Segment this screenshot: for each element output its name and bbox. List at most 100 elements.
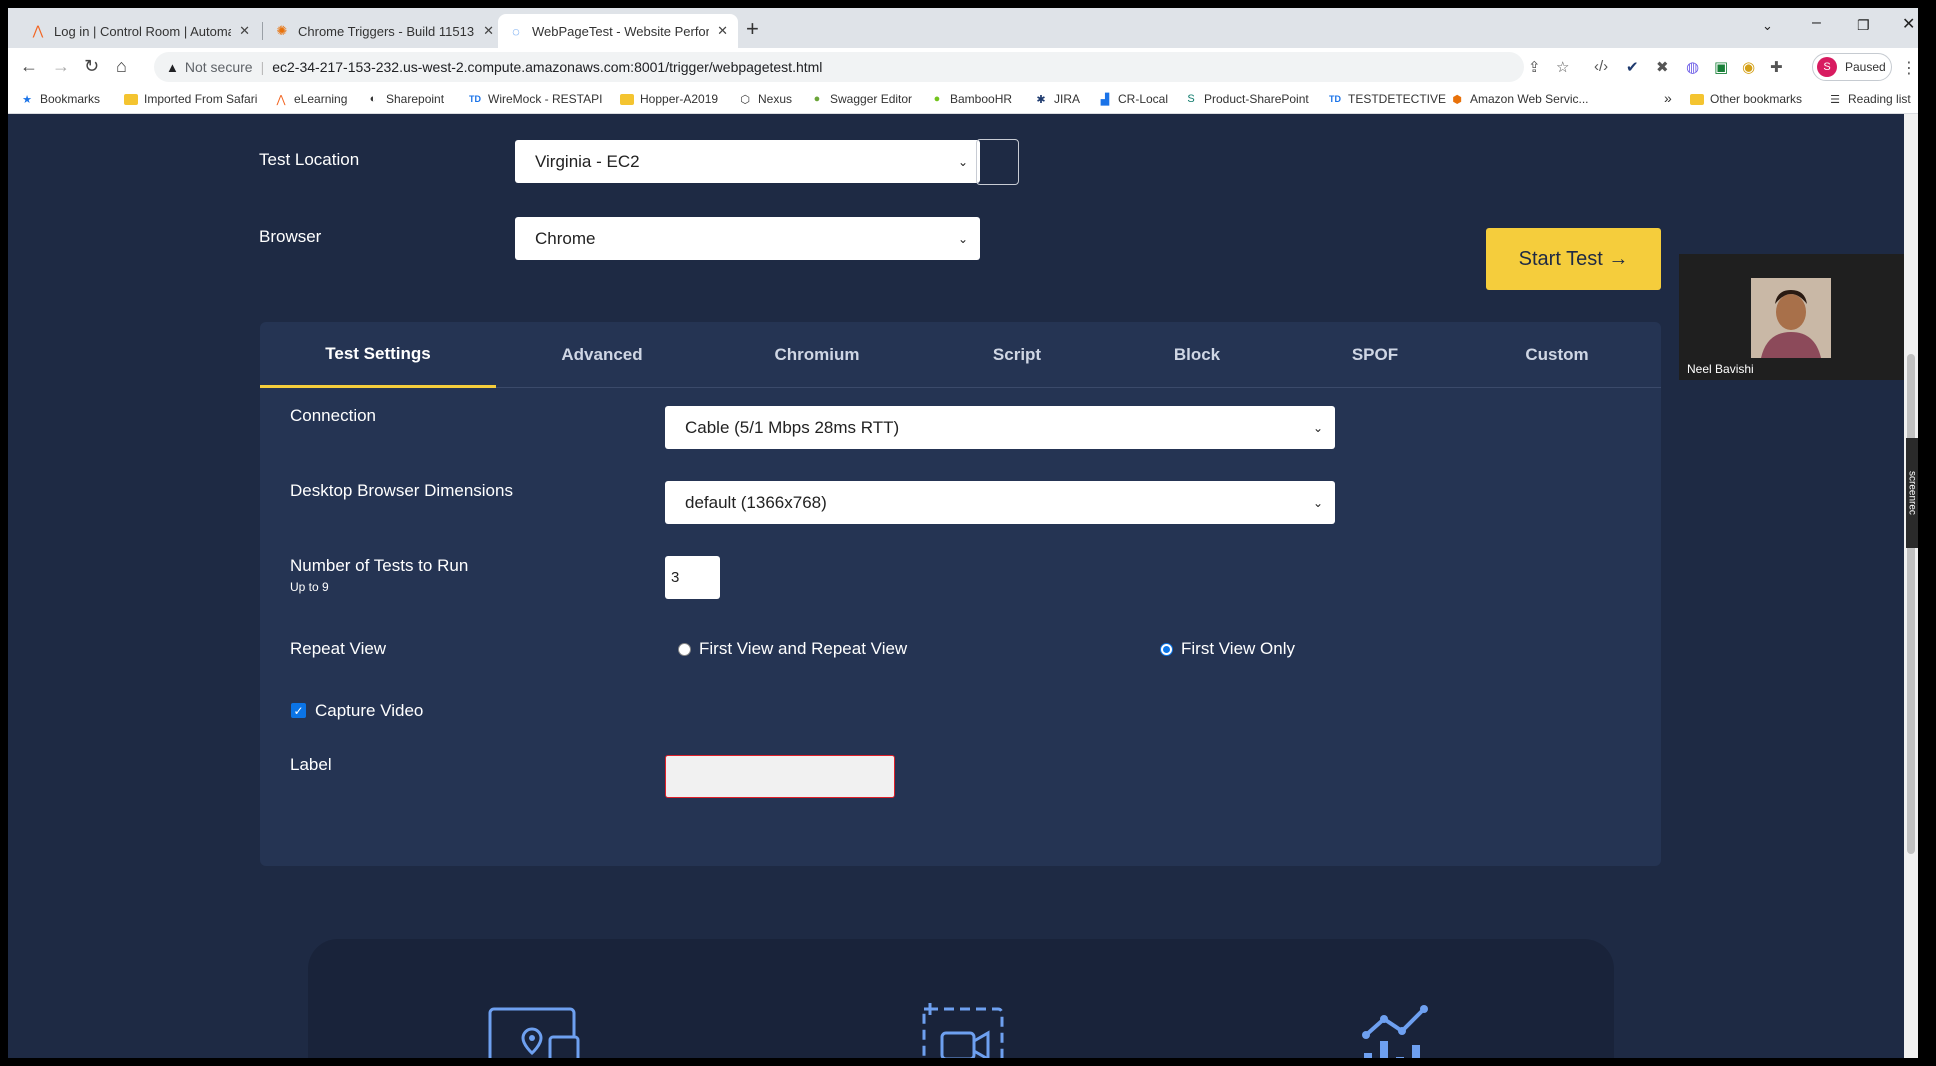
x-extension-icon[interactable]: ✖ [1656,58,1669,76]
c-extension-icon[interactable]: ◉ [1742,58,1755,76]
w-extension-icon[interactable]: ◍ [1686,58,1699,76]
nexus-icon: ⬡ [740,93,750,106]
tab-strip: ⋀ Log in | Control Room | Automati ✕ ✺ C… [8,8,1918,48]
bookmark-item[interactable]: ✱ JIRA [1034,92,1080,106]
tab-title: WebPageTest - Website Performa [532,23,710,39]
check-extension-icon[interactable]: ✔ [1626,58,1639,76]
menu-kebab-icon[interactable]: ⋮ [1901,58,1917,78]
reload-icon[interactable]: ↻ [84,56,99,77]
close-icon[interactable]: ✕ [483,23,494,39]
bookmark-label: Reading list [1848,92,1911,106]
start-test-button[interactable]: Start Test → [1486,228,1661,290]
capture-video-checkbox[interactable]: ✓ [291,703,306,718]
bookmarks-overflow-button[interactable]: » [1664,90,1672,106]
other-bookmarks[interactable]: Other bookmarks [1690,92,1802,106]
bookmark-item[interactable]: ⋀ eLearning [274,92,347,106]
tab-script[interactable]: Script [926,322,1108,388]
profile-paused-button[interactable]: S Paused [1812,53,1892,81]
folder-icon [1690,93,1704,105]
bookmark-item[interactable]: ⬢ Amazon Web Servic... [1450,92,1588,106]
repeat-view-option-first-only: First View Only [1181,639,1295,658]
reading-list[interactable]: ☰ Reading list [1828,92,1911,106]
browser-select[interactable]: Chrome ⌄ [515,217,980,260]
bookmark-label: BambooHR [950,92,1013,106]
bookmark-item[interactable]: TD TESTDETECTIVE [1328,92,1446,106]
sharepoint-icon: S [1187,93,1195,105]
back-icon[interactable]: ← [20,56,38,77]
tab-block[interactable]: Block [1108,322,1286,388]
home-icon[interactable]: ⌂ [116,56,127,77]
bookmark-item[interactable]: TD WireMock - RESTAPI [468,92,602,106]
bookmark-item[interactable]: ● BambooHR [930,92,1012,106]
close-icon[interactable]: ✕ [239,23,250,39]
repeat-view-radio-both[interactable] [678,643,691,656]
address-bar[interactable]: ▲ Not secure | ec2-34-217-153-232.us-wes… [154,52,1524,82]
dimensions-label: Desktop Browser Dimensions [290,481,513,500]
chevron-down-icon: ⌄ [1312,495,1323,510]
share-icon[interactable]: ⇪ [1528,58,1541,76]
connection-value: Cable (5/1 Mbps 28ms RTT) [685,417,900,437]
tab-advanced[interactable]: Advanced [496,322,708,388]
page-scrollbar[interactable] [1904,114,1918,1058]
label-input[interactable] [665,755,895,798]
folder-icon [124,93,138,105]
chevron-down-icon: ⌄ [1312,420,1323,435]
forward-icon[interactable]: → [52,56,70,77]
test-location-value: Virginia - EC2 [535,151,640,171]
browser-tab-control-room[interactable]: ⋀ Log in | Control Room | Automati ✕ [20,14,260,48]
bookmark-item[interactable]: ★ Bookmarks [20,92,100,106]
tab-chromium[interactable]: Chromium [708,322,926,388]
capture-video-label: Capture Video [315,701,424,720]
scrollbar-thumb[interactable] [1907,354,1915,854]
new-tab-icon[interactable]: + [746,16,759,42]
close-icon[interactable]: ✕ [717,23,728,39]
bookmark-item[interactable]: ◐ Sharepoint [366,92,444,106]
test-location-select[interactable]: Virginia - EC2 ⌄ [515,140,980,183]
num-tests-input[interactable]: 3 [665,556,720,599]
td-icon: TD [1329,94,1341,104]
warning-icon: ▲ [166,59,179,75]
bookmark-item[interactable]: Hopper-A2019 [620,92,718,106]
bookmark-label: eLearning [294,92,348,106]
participant-name: Neel Bavishi [1687,362,1754,376]
close-window-icon[interactable]: ✕ [1902,14,1915,34]
location-settings-button[interactable] [976,139,1019,185]
tab-custom[interactable]: Custom [1464,322,1650,388]
video-capture-icon [922,1003,1004,1058]
browser-tab-chrome-triggers[interactable]: ✺ Chrome Triggers - Build 11513 | E ✕ [264,14,504,48]
tab-test-settings[interactable]: Test Settings [260,322,496,388]
browser-label: Browser [259,227,322,246]
bookmark-label: Swagger Editor [830,92,913,106]
bookmark-item[interactable]: ● Swagger Editor [810,92,912,106]
webpagetest-page: Test Location Virginia - EC2 ⌄ Browser C… [8,114,1918,1058]
cr-icon: ▟ [1100,93,1110,106]
repeat-view-label: Repeat View [290,639,387,658]
devtools-extension-icon[interactable]: ‹/› [1594,58,1608,75]
num-tests-hint: Up to 9 [290,580,329,594]
connection-select[interactable]: Cable (5/1 Mbps 28ms RTT) ⌄ [665,406,1335,449]
bookmark-item[interactable]: ⬡ Nexus [738,92,792,106]
bookmark-item[interactable]: Imported From Safari [124,92,257,106]
dimensions-select[interactable]: default (1366x768) ⌄ [665,481,1335,524]
address-divider: | [260,59,265,75]
browser-value: Chrome [535,228,596,248]
bookmark-label: Bookmarks [40,92,101,106]
tab-search-icon[interactable]: ⌄ [1762,18,1773,34]
repeat-view-radio-first-only[interactable] [1160,643,1173,656]
screenrec-badge[interactable]: screenrec [1906,438,1918,548]
num-tests-label: Number of Tests to Run [290,556,469,575]
star-icon: ★ [22,93,32,106]
extensions-puzzle-icon[interactable]: ✚ [1770,58,1783,76]
browser-tab-webpagetest[interactable]: ◌ WebPageTest - Website Performa ✕ [498,14,738,48]
url-text: ec2-34-217-153-232.us-west-2.compute.ama… [272,59,823,75]
restore-icon[interactable]: ❐ [1857,17,1870,34]
minimize-icon[interactable]: – [1812,14,1821,32]
bookmark-item[interactable]: S Product-SharePoint [1184,92,1308,106]
tab-spof[interactable]: SPOF [1286,322,1464,388]
device-location-icon [488,1007,580,1058]
bookmark-star-icon[interactable]: ☆ [1556,58,1569,76]
bookmark-label: JIRA [1054,92,1081,106]
bookmark-item[interactable]: ▟ CR-Local [1098,92,1168,106]
webpagetest-icon: ◌ [512,23,520,39]
sheet-extension-icon[interactable]: ▣ [1714,58,1728,76]
